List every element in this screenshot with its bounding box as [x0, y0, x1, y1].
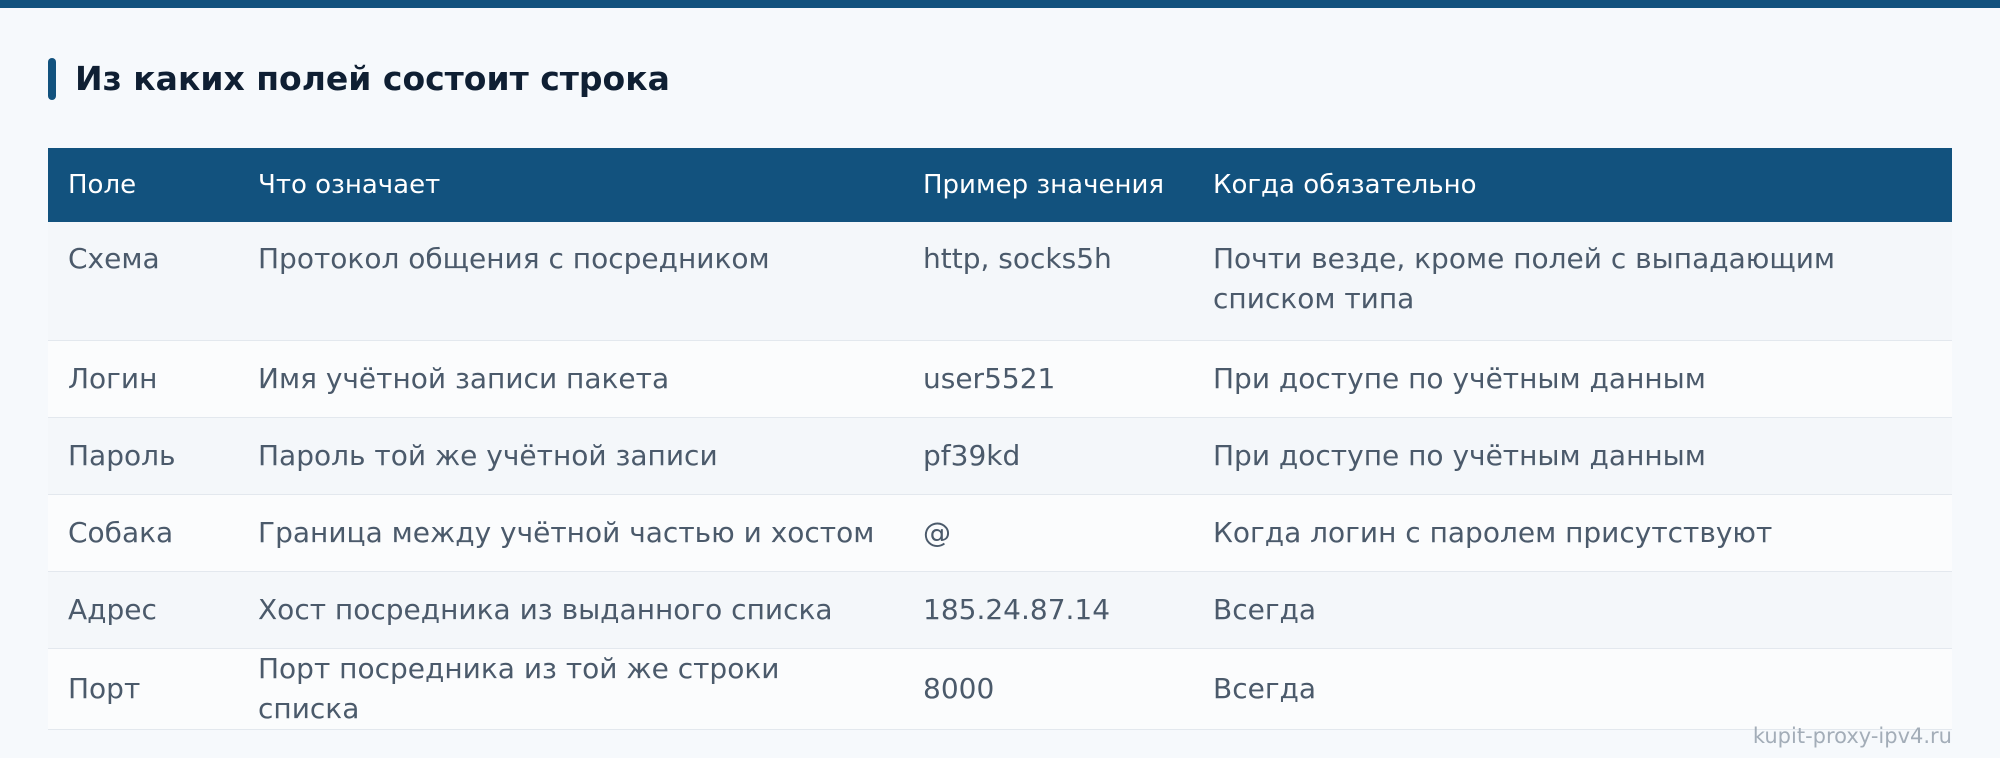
- column-header-meaning: Что означает: [238, 148, 903, 222]
- table-row: Логин Имя учётной записи пакета user5521…: [48, 340, 1952, 418]
- column-header-field: Поле: [48, 148, 238, 222]
- fields-table: Поле Что означает Пример значения Когда …: [48, 148, 1952, 730]
- cell-field: Логин: [48, 340, 238, 418]
- column-header-required: Когда обязательно: [1193, 148, 1952, 222]
- cell-required: При доступе по учётным данным: [1193, 417, 1952, 495]
- heading-accent-bar: [48, 58, 56, 100]
- cell-example: user5521: [903, 340, 1193, 418]
- cell-example: @: [903, 494, 1193, 572]
- cell-meaning: Пароль той же учётной записи: [238, 417, 903, 495]
- section-heading: Из каких полей состоит строка: [48, 58, 670, 100]
- table-row: Адрес Хост посредника из выданного списк…: [48, 571, 1952, 649]
- site-watermark: kupit-proxy-ipv4.ru: [1752, 724, 1952, 748]
- cell-field: Схема: [48, 222, 238, 341]
- cell-required: При доступе по учётным данным: [1193, 340, 1952, 418]
- cell-meaning: Протокол общения с посредником: [238, 222, 903, 341]
- top-accent-bar: [0, 0, 2000, 8]
- cell-meaning: Граница между учётной частью и хостом: [238, 494, 903, 572]
- table-row: Порт Порт посредника из той же строки сп…: [48, 648, 1952, 730]
- cell-required: Когда логин с паролем присутствуют: [1193, 494, 1952, 572]
- cell-meaning: Хост посредника из выданного списка: [238, 571, 903, 649]
- cell-example: 8000: [903, 648, 1193, 730]
- cell-field: Пароль: [48, 417, 238, 495]
- cell-field: Собака: [48, 494, 238, 572]
- cell-meaning: Имя учётной записи пакета: [238, 340, 903, 418]
- cell-example: http, socks5h: [903, 222, 1193, 341]
- cell-required: Всегда: [1193, 571, 1952, 649]
- cell-field: Порт: [48, 648, 238, 730]
- cell-required: Почти везде, кроме полей с выпадающим сп…: [1193, 222, 1952, 341]
- section-title: Из каких полей состоит строка: [75, 59, 670, 98]
- cell-required: Всегда: [1193, 648, 1952, 730]
- table-row: Схема Протокол общения с посредником htt…: [48, 222, 1952, 341]
- table-header-row: Поле Что означает Пример значения Когда …: [48, 148, 1952, 222]
- cell-field: Адрес: [48, 571, 238, 649]
- cell-meaning: Порт посредника из той же строки списка: [238, 648, 903, 730]
- cell-example: pf39kd: [903, 417, 1193, 495]
- column-header-example: Пример значения: [903, 148, 1193, 222]
- table-row: Пароль Пароль той же учётной записи pf39…: [48, 417, 1952, 495]
- cell-example: 185.24.87.14: [903, 571, 1193, 649]
- table-row: Собака Граница между учётной частью и хо…: [48, 494, 1952, 572]
